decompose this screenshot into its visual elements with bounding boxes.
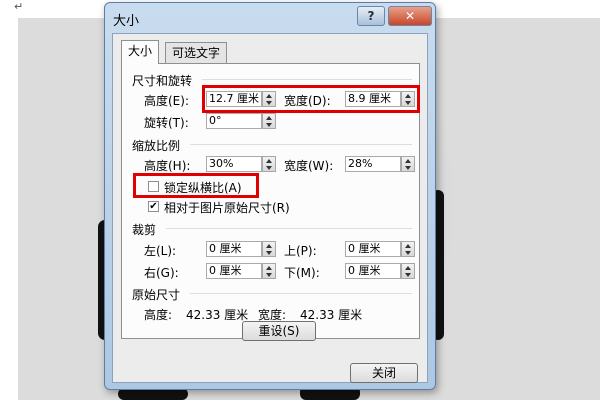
highlight-box-dimensions [202,85,420,113]
rotate-input[interactable]: 0° [206,113,262,129]
section-divider [190,144,412,145]
scale-height-spinner[interactable] [262,156,276,172]
section-size-rotate-heading: 尺寸和旋转 [132,74,193,88]
spin-up-icon [266,116,272,120]
document-left-margin [0,0,18,400]
paragraph-mark: ↵ [14,0,24,13]
relative-original-checkbox[interactable]: ✔ [148,201,159,212]
section-divider [202,79,412,80]
tab-size[interactable]: 大小 [121,40,160,64]
scale-width-spinner[interactable] [401,156,415,172]
crop-left-spinner[interactable] [262,241,276,257]
section-original-heading: 原始尺寸 [132,288,181,302]
crop-bottom-input[interactable]: 0 厘米 [345,263,401,279]
dialog-client-area: 大小 可选文字 尺寸和旋转 高度(E): 12.7 厘米 宽度(D): 8.9 … [112,33,428,383]
section-scale-heading: 缩放比例 [132,139,181,153]
check-icon: ✔ [149,201,158,212]
scale-width-input[interactable]: 28% [345,156,401,172]
spin-down-icon [266,273,272,277]
spin-down-icon [405,251,411,255]
crop-left-input[interactable]: 0 厘米 [206,241,262,257]
spin-up-icon [266,266,272,270]
spin-up-icon [405,159,411,163]
question-icon: ? [367,9,375,23]
crop-top-input[interactable]: 0 厘米 [345,241,401,257]
original-height-label: 高度: [144,308,173,322]
scale-height-label: 高度(H): [144,159,191,173]
title-close-button[interactable]: ✕ [388,6,432,26]
crop-top-spinner[interactable] [401,241,415,257]
crop-top-label: 上(P): [284,244,317,258]
close-icon: ✕ [404,9,416,23]
help-button[interactable]: ? [357,6,385,26]
scale-width-label: 宽度(W): [284,159,334,173]
section-divider [190,293,412,294]
reset-button[interactable]: 重设(S) [242,321,316,341]
section-divider [166,228,412,229]
height-label: 高度(E): [144,94,189,108]
scale-height-input[interactable]: 30% [206,156,262,172]
spin-down-icon [266,166,272,170]
spin-down-icon [266,251,272,255]
crop-right-input[interactable]: 0 厘米 [206,263,262,279]
close-button[interactable]: 关闭 [350,363,418,383]
section-crop-heading: 裁剪 [132,223,157,237]
crop-left-label: 左(L): [144,244,177,258]
highlight-box-lock-aspect [133,173,259,198]
crop-bottom-spinner[interactable] [401,263,415,279]
tab-alt-text[interactable]: 可选文字 [165,42,228,63]
size-dialog: 大小 ? ✕ 大小 可选文字 尺寸和旋转 高度(E): 12.7 厘米 宽度(D… [104,2,436,390]
size-tab-panel: 尺寸和旋转 高度(E): 12.7 厘米 宽度(D): 8.9 厘米 旋转(T)… [121,63,420,341]
spin-up-icon [266,159,272,163]
crop-right-label: 右(G): [144,266,179,280]
spin-up-icon [405,266,411,270]
spin-up-icon [266,244,272,248]
rotate-spinner[interactable] [262,113,276,129]
relative-original-label[interactable]: 相对于图片原始尺寸(R) [164,199,290,216]
original-height-value: 42.33 厘米 [186,308,249,322]
spin-up-icon [405,244,411,248]
crop-right-spinner[interactable] [262,263,276,279]
spin-down-icon [266,123,272,127]
rotate-label: 旋转(T): [144,116,189,130]
spin-down-icon [405,166,411,170]
dialog-titlebar[interactable]: 大小 ? ✕ [105,3,435,31]
crop-bottom-label: 下(M): [284,266,320,280]
spin-down-icon [405,273,411,277]
dialog-title: 大小 [113,14,140,29]
